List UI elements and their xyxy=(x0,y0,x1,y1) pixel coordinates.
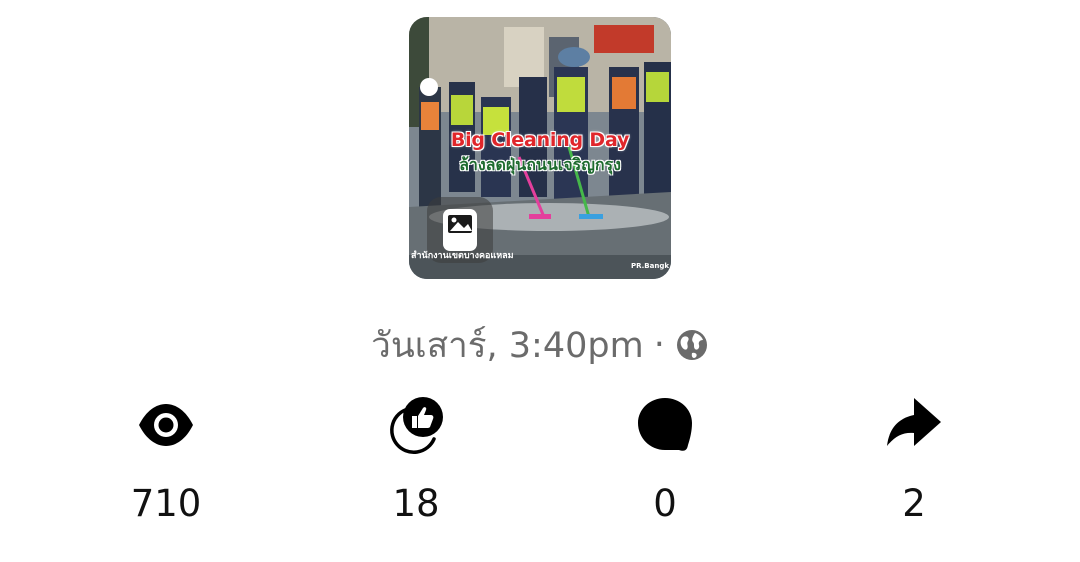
image-gallery-icon xyxy=(443,209,477,251)
thumbnail-subline: ล้างลดฝุ่นถนนเจริญกรุง xyxy=(459,155,621,174)
views-count: 710 xyxy=(130,482,202,525)
globe-icon[interactable] xyxy=(675,328,709,362)
thumbnail-credit-right: PR.Bangk xyxy=(630,262,669,270)
thumbnail-credit-left: สำนักงานเขตบางคอแหลม xyxy=(411,251,514,261)
comment-bubble-icon xyxy=(638,398,692,451)
post-timestamp: วันเสาร์, 3:40pm xyxy=(371,325,644,366)
comments-count: 0 xyxy=(653,482,677,525)
post-thumbnail[interactable]: Big Cleaning Day ล้างลดฝุ่นถนนเจริญกรุง … xyxy=(409,17,671,279)
meta-separator: · xyxy=(653,325,665,365)
reactions-count: 18 xyxy=(392,482,440,525)
post-insights-panel: Big Cleaning Day ล้างลดฝุ่นถนนเจริญกรุง … xyxy=(0,0,1080,562)
post-meta-row: วันเสาร์, 3:40pm · xyxy=(0,322,1080,368)
shares-count: 2 xyxy=(902,482,926,525)
share-arrow-icon xyxy=(887,398,941,446)
like-reaction-icon xyxy=(390,397,443,454)
thumbnail-headline: Big Cleaning Day xyxy=(450,129,630,151)
eye-icon xyxy=(139,404,193,446)
